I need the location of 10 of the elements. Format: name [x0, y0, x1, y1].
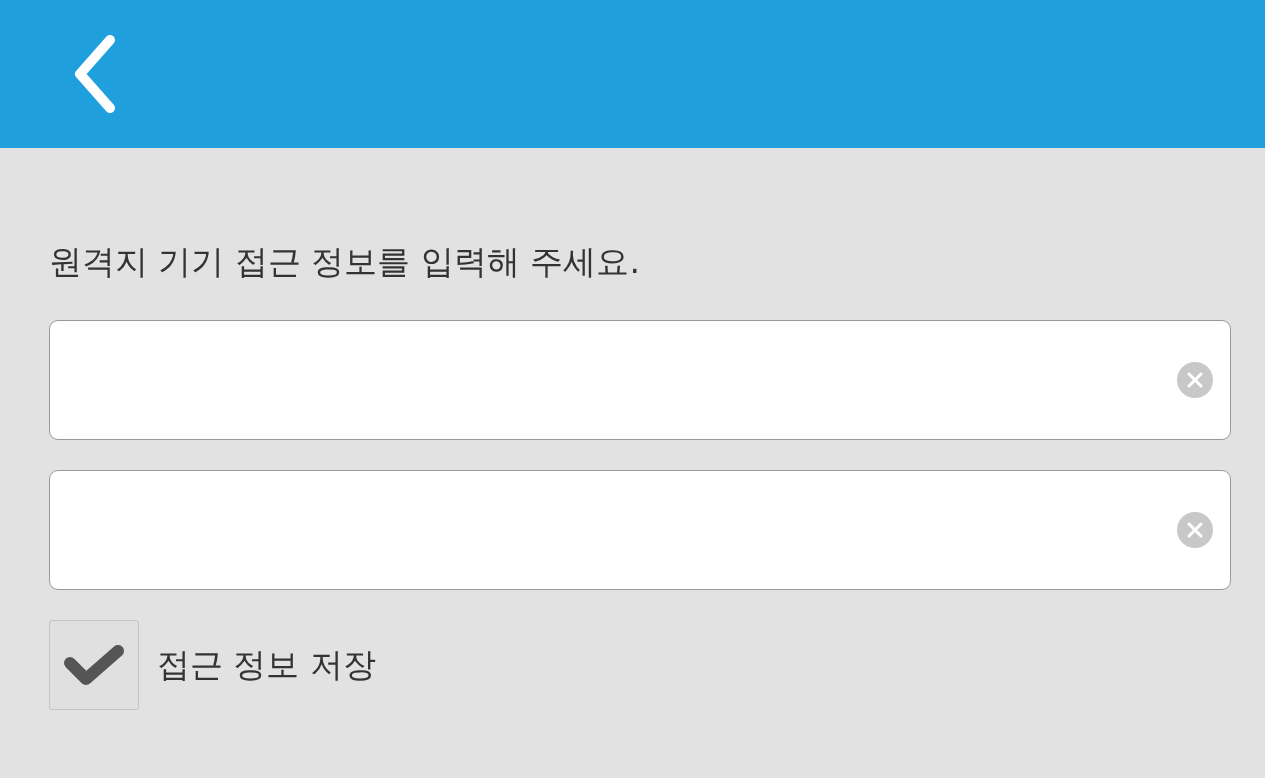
- checkbox[interactable]: [49, 620, 139, 710]
- close-icon: [1187, 522, 1203, 538]
- check-icon: [63, 643, 125, 687]
- input-field[interactable]: [49, 470, 1231, 590]
- clear-button[interactable]: [1177, 362, 1213, 398]
- instruction-text: 원격지 기기 접근 정보를 입력해 주세요.: [49, 241, 640, 283]
- close-icon: [1187, 372, 1203, 388]
- clear-button[interactable]: [1177, 512, 1213, 548]
- input-field[interactable]: [49, 320, 1231, 440]
- checkbox-label: 접근 정보 저장: [157, 644, 376, 687]
